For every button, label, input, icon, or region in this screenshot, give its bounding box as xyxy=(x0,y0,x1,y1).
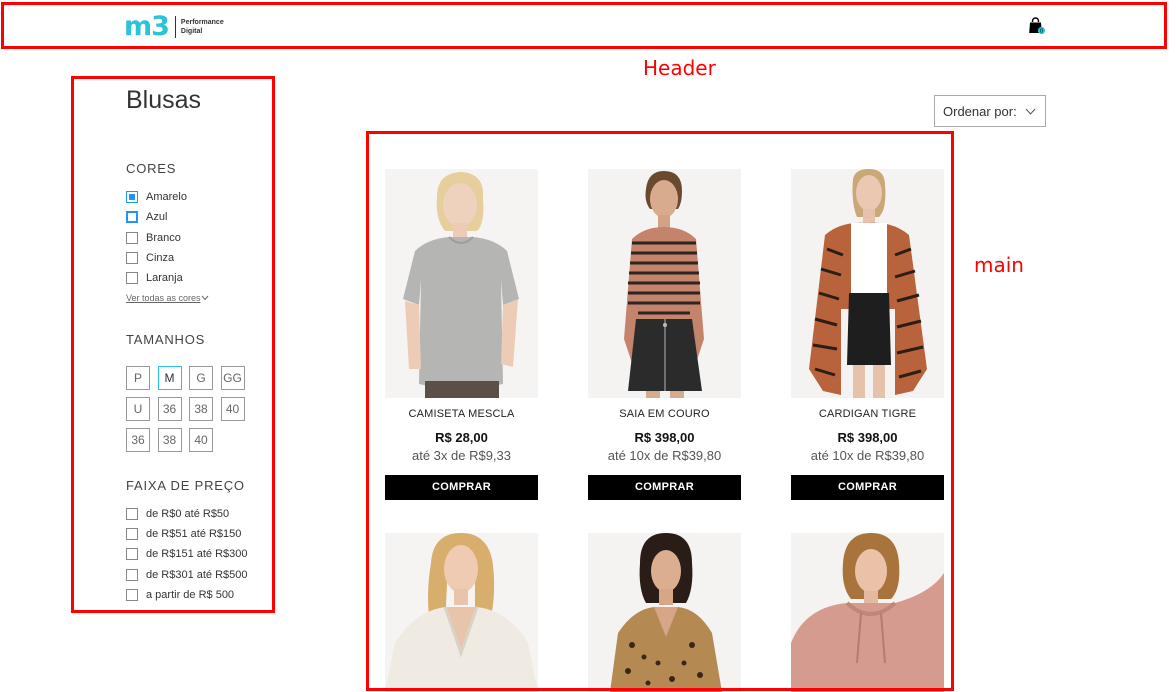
sort-dropdown[interactable]: Ordenar por: xyxy=(934,95,1046,127)
sidebar-annotation-box xyxy=(71,76,275,613)
header-annotation-label: Header xyxy=(643,56,716,80)
main-annotation-box xyxy=(366,131,954,691)
page: m3 Performance Digital 0 Blusas CORES Am… xyxy=(0,0,1176,692)
chevron-down-icon xyxy=(1025,108,1036,115)
sort-label: Ordenar por: xyxy=(943,103,1017,119)
main-annotation-label: main xyxy=(974,253,1024,277)
header-annotation-box xyxy=(1,2,1167,49)
